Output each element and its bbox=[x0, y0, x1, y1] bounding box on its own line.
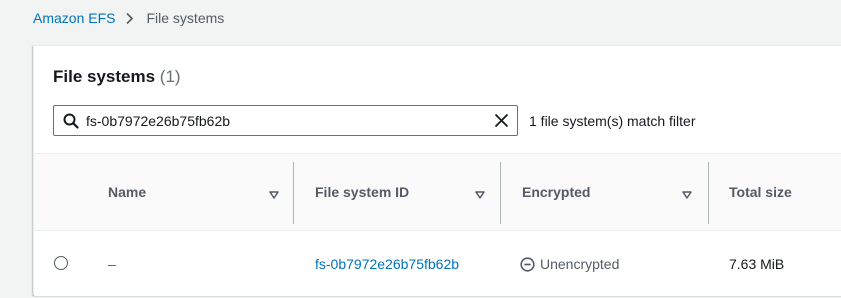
search-input[interactable] bbox=[86, 106, 486, 135]
caret-down-icon[interactable] bbox=[269, 187, 279, 203]
total-size-value: 7.63 MiB bbox=[729, 256, 785, 272]
row-select-radio[interactable] bbox=[54, 256, 68, 270]
column-divider[interactable] bbox=[500, 162, 501, 224]
file-system-id-link[interactable]: fs-0b7972e26b75fb62b bbox=[315, 256, 459, 272]
search-field[interactable] bbox=[53, 105, 518, 136]
file-system-name-link[interactable]: – bbox=[108, 256, 116, 272]
minus-circle-icon bbox=[520, 256, 535, 272]
column-header-label: Name bbox=[108, 184, 147, 200]
column-header-name[interactable]: Name bbox=[108, 154, 282, 231]
encryption-status-label: Unencrypted bbox=[540, 256, 620, 272]
column-header-file-system-id[interactable]: File system ID bbox=[315, 154, 495, 231]
table-row[interactable]: – fs-0b7972e26b75fb62b Unencrypted 7.63 … bbox=[34, 232, 841, 296]
breadcrumb-current: File systems bbox=[146, 10, 225, 26]
column-header-label: Encrypted bbox=[522, 184, 591, 200]
panel-title-text: File systems bbox=[53, 67, 156, 86]
encryption-status: Unencrypted bbox=[520, 256, 619, 272]
panel-title: File systems (1) bbox=[53, 67, 181, 87]
column-header-encrypted[interactable]: Encrypted bbox=[522, 154, 697, 231]
chevron-right-icon bbox=[125, 12, 134, 25]
caret-down-icon[interactable] bbox=[682, 187, 692, 203]
column-divider[interactable] bbox=[293, 162, 294, 224]
column-header-label: File system ID bbox=[315, 184, 410, 200]
column-header-label: Total size bbox=[729, 184, 792, 200]
panel-title-count: (1) bbox=[159, 67, 181, 86]
column-header-total-size[interactable]: Total size bbox=[729, 154, 841, 231]
file-systems-panel: File systems (1) 1 file system(s) match … bbox=[33, 45, 841, 296]
breadcrumb: Amazon EFS File systems bbox=[33, 9, 224, 27]
column-divider[interactable] bbox=[708, 162, 709, 224]
table-header: Name File system ID Encrypted Total size bbox=[34, 154, 841, 231]
close-icon[interactable] bbox=[493, 112, 510, 134]
filter-match-count: 1 file system(s) match filter bbox=[529, 113, 696, 129]
breadcrumb-link-amazon-efs[interactable]: Amazon EFS bbox=[33, 10, 115, 26]
search-icon bbox=[63, 113, 79, 134]
caret-down-icon[interactable] bbox=[475, 187, 485, 203]
